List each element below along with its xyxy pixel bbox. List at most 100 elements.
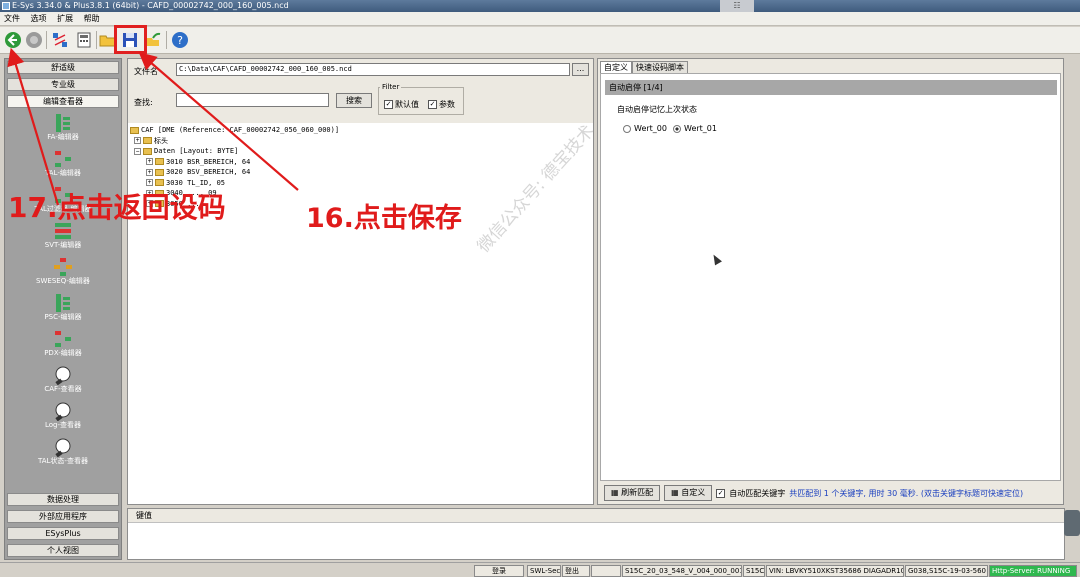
toolbar-separator <box>96 31 97 49</box>
menu-extensions[interactable]: 扩展 <box>53 12 77 26</box>
pdx-editor-icon <box>53 329 73 349</box>
coding-content: 自动启停 [1/4] 自动启停记忆上次状态 Wert_00 Wert_01 <box>600 73 1061 481</box>
radio-unchecked-icon <box>623 124 631 133</box>
tal-status-viewer[interactable]: TAL状态-查看器 <box>25 437 101 466</box>
filter-title: Filter <box>380 83 402 91</box>
file-path-field[interactable]: C:\Data\CAF\CAFD_00002742_000_160_005.nc… <box>176 63 570 76</box>
expand-icon[interactable]: + <box>146 168 153 176</box>
toolbar-separator <box>166 31 167 49</box>
tree-node-3010[interactable]: + 3010 BSR_BEREICH, 64 <box>130 157 339 168</box>
annotation-step-16: 16.点击保存 <box>306 203 462 234</box>
nav-expert-level[interactable]: 专业级 <box>7 78 119 91</box>
sweseq-editor[interactable]: SWESEQ-编辑器 <box>25 257 101 286</box>
auto-match-checkbox[interactable]: ✓ <box>716 488 726 498</box>
option-wert-00[interactable]: Wert_00 <box>623 124 667 133</box>
tree-node-daten[interactable]: − Daten [Layout: BYTE] <box>130 146 339 157</box>
log-viewer-label: Log-查看器 <box>44 421 82 429</box>
caf-viewer-label: CAF-查看器 <box>44 385 82 393</box>
collapse-icon[interactable]: − <box>134 147 141 155</box>
swl-sec-status: SWL-Sec <box>527 565 561 577</box>
tree-node-header[interactable]: + 标头 <box>130 136 339 147</box>
back-icon[interactable] <box>3 30 23 50</box>
caf-viewer-icon <box>53 365 73 386</box>
checkbox-checked-icon: ✓ <box>384 100 393 109</box>
checkbox-checked-icon: ✓ <box>428 100 437 109</box>
toolbar: ? <box>0 27 1080 54</box>
fa-editor[interactable]: FA-编辑器 <box>25 113 101 142</box>
default-value-checkbox[interactable]: ✓ 默认值 <box>384 99 419 110</box>
default-value-label: 默认值 <box>395 100 419 109</box>
search-input[interactable] <box>176 93 329 107</box>
drag-handle[interactable]: ☷ <box>720 0 754 12</box>
tab-quick-script[interactable]: 快速设码脚本 <box>632 61 688 73</box>
key-value-header: 键值 <box>128 509 1064 523</box>
match-info-text: 共匹配到 1 个关键字, 用时 30 毫秒. (双击关键字标题可快速定位) <box>789 488 1024 498</box>
file-label: 文件名 <box>134 67 158 76</box>
section-sublabel: 自动启停记忆上次状态 <box>617 105 697 114</box>
tal-editor[interactable]: TAL-编辑器 <box>25 149 101 178</box>
nav-personal-view[interactable]: 个人视图 <box>7 544 119 557</box>
param-label: 参数 <box>439 100 455 109</box>
menu-help[interactable]: 帮助 <box>80 12 104 26</box>
toolbar-separator <box>46 31 47 49</box>
side-scroll-handle[interactable] <box>1064 510 1080 536</box>
calculate-icon[interactable] <box>74 30 94 50</box>
tal-status-viewer-icon <box>53 437 73 458</box>
blank-status <box>591 565 621 577</box>
sweseq-editor-icon <box>53 257 73 277</box>
expand-icon[interactable]: + <box>146 158 153 166</box>
coding-status-bar: ▦ 刷新匹配 ▦ 自定义 ✓ 自动匹配关键字 共匹配到 1 个关键字, 用时 3… <box>600 483 1061 503</box>
custom-button[interactable]: ▦ 自定义 <box>664 485 713 501</box>
save-highlight-box <box>114 25 147 54</box>
browse-button[interactable]: ... <box>572 63 589 76</box>
caf-viewer[interactable]: CAF-查看器 <box>25 365 101 394</box>
window-titlebar: E-Sys 3.34.0 & Plus3.8.1 (64bit) - CAFD_… <box>0 0 1080 12</box>
param-checkbox[interactable]: ✓ 参数 <box>428 99 455 110</box>
help-icon[interactable]: ? <box>170 30 190 50</box>
login-button[interactable]: 登录 <box>474 565 524 577</box>
search-button[interactable]: 搜索 <box>336 93 372 108</box>
app-icon <box>2 2 10 10</box>
http-server-status: Http-Server: RUNNING <box>989 565 1077 577</box>
network-icon[interactable] <box>50 30 70 50</box>
window-title: E-Sys 3.34.0 & Plus3.8.1 (64bit) - CAFD_… <box>12 1 289 10</box>
pdx-editor-label: PDX-编辑器 <box>44 349 82 357</box>
left-navigation-panel: 舒适级 专业级 编辑查看器 FA-编辑器 TAL-编辑器 TAL过滤器-编辑器 … <box>4 58 122 560</box>
tab-custom[interactable]: 自定义 <box>600 61 632 73</box>
logout-status[interactable]: 登出 <box>562 565 590 577</box>
menu-bar: 文件 选项 扩展 帮助 <box>0 12 1080 26</box>
menu-options[interactable]: 选项 <box>27 12 51 26</box>
nav-editor-viewer[interactable]: 编辑查看器 <box>7 95 119 108</box>
nav-data-processing[interactable]: 数据处理 <box>7 493 119 506</box>
key-value-panel: 键值 <box>127 508 1065 560</box>
tree-node-3020[interactable]: + 3020 BSV_BEREICH, 64 <box>130 167 339 178</box>
refresh-icon: ▦ <box>611 488 619 497</box>
disconnect-icon[interactable] <box>24 30 44 50</box>
log-viewer[interactable]: Log-查看器 <box>25 401 101 430</box>
nav-comfort-level[interactable]: 舒适级 <box>7 61 119 74</box>
menu-file[interactable]: 文件 <box>0 12 24 26</box>
psc-editor-icon <box>53 293 73 313</box>
custom-icon: ▦ <box>671 488 679 497</box>
psc-editor[interactable]: PSC-编辑器 <box>25 293 101 322</box>
fa-editor-label: FA-编辑器 <box>47 133 79 141</box>
pdx-editor[interactable]: PDX-编辑器 <box>25 329 101 358</box>
status-bar: 登录 SWL-Sec 登出 S15C_20_03_548_V_004_000_0… <box>0 562 1080 577</box>
expand-icon[interactable]: + <box>134 137 141 145</box>
refresh-match-button[interactable]: ▦ 刷新匹配 <box>604 485 661 501</box>
nav-esysplus[interactable]: ESysPlus <box>7 527 119 540</box>
radio-checked-icon <box>673 124 681 133</box>
search-label: 查找: <box>134 98 153 107</box>
tal-editor-icon <box>53 149 73 169</box>
option-wert-01[interactable]: Wert_01 <box>673 124 717 133</box>
nav-external-apps[interactable]: 外部应用程序 <box>7 510 119 523</box>
tal-editor-label: TAL-编辑器 <box>45 169 81 177</box>
sweseq-editor-label: SWESEQ-编辑器 <box>36 277 90 285</box>
vin-status: VIN: LBVKY510XKST35686 DIAGADR10 <box>766 565 904 577</box>
section-header[interactable]: 自动启停 [1/4] <box>605 80 1057 95</box>
folder-icon <box>155 158 164 166</box>
tree-node-root[interactable]: CAF [DME (Reference: CAF_00002742_056_06… <box>130 125 339 136</box>
auto-match-label: 自动匹配关键字 <box>729 488 786 498</box>
folder-icon <box>155 168 164 176</box>
tal-status-viewer-label: TAL状态-查看器 <box>38 457 88 465</box>
